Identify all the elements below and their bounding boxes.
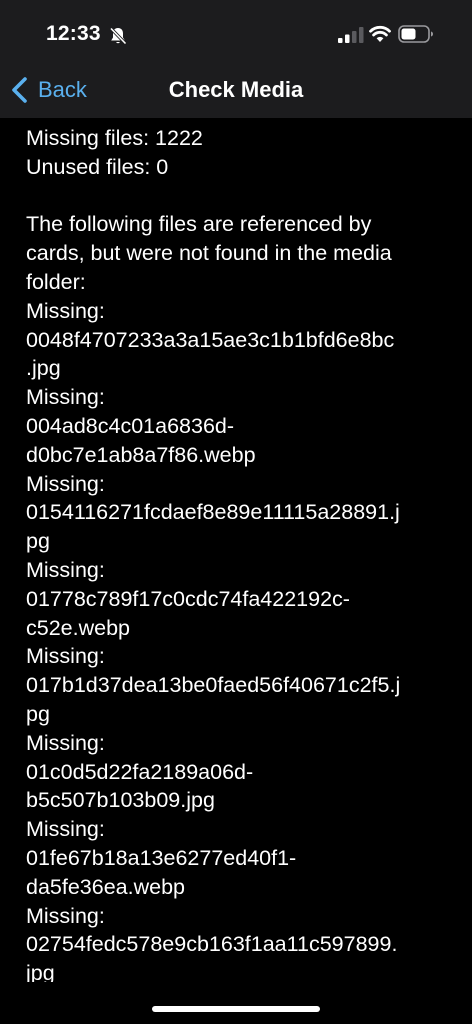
missing-filename-line: da5fe36ea.webp <box>26 874 186 899</box>
missing-filename-line: 01778c789f17c0cdc74fa422192c- <box>26 586 350 611</box>
missing-filename-line: 004ad8c4c01a6836d- <box>26 413 235 438</box>
missing-label: Missing: <box>26 471 105 496</box>
check-media-report: Missing files: 1222 Unused files: 0 The … <box>26 124 456 982</box>
missing-label: Missing: <box>26 385 105 410</box>
missing-label: Missing: <box>26 903 105 928</box>
wifi-icon <box>369 25 391 42</box>
missing-filename-line: pg <box>26 701 50 726</box>
description-line: cards, but were not found in the media <box>26 241 392 266</box>
status-time: 12:33 <box>46 22 101 45</box>
missing-label: Missing: <box>26 730 105 755</box>
missing-entry: Missing: 017b1d37dea13be0faed56f40671c2f… <box>26 642 456 728</box>
home-indicator[interactable] <box>152 1006 320 1012</box>
missing-filename-line: b5c507b103b09.jpg <box>26 788 215 813</box>
missing-files-count: Missing files: 1222 <box>26 126 203 150</box>
status-bar: 12:33 <box>0 0 472 62</box>
missing-filename-line: 01fe67b18a13e6277ed40f1- <box>26 845 297 870</box>
description-line: folder: <box>26 269 86 294</box>
missing-entry: Missing: 01778c789f17c0cdc74fa422192c- c… <box>26 556 456 642</box>
missing-filename-line: d0bc7e1ab8a7f86.webp <box>26 442 256 467</box>
missing-filename-line: jpg <box>26 961 55 982</box>
missing-filename-line: .jpg <box>26 356 61 381</box>
missing-filename-line: 0154116271fcdaef8e89e11115a28891.j <box>26 500 400 525</box>
missing-entry: Missing: 01fe67b18a13e6277ed40f1- da5fe3… <box>26 815 456 901</box>
missing-filename-line: 02754fedc578e9cb163f1aa11c597899. <box>26 932 398 957</box>
missing-label: Missing: <box>26 817 105 842</box>
missing-filename-line: pg <box>26 529 50 554</box>
missing-filename-line: 0048f4707233a3a15ae3c1b1bfd6e8bc <box>26 327 395 352</box>
missing-entry: Missing: 0154116271fcdaef8e89e11115a2889… <box>26 470 456 556</box>
cellular-signal-icon <box>338 27 364 43</box>
missing-filename-line: 017b1d37dea13be0faed56f40671c2f5.j <box>26 673 401 698</box>
unused-files-count: Unused files: 0 <box>26 154 169 179</box>
bell-slash-icon <box>109 27 127 45</box>
missing-entry: Missing: 02754fedc578e9cb163f1aa11c59789… <box>26 902 456 982</box>
missing-filename-line: 01c0d5d22fa2189a06d- <box>26 759 254 784</box>
missing-entry: Missing: 01c0d5d22fa2189a06d- b5c507b103… <box>26 729 456 815</box>
description-line: The following files are referenced by <box>26 212 372 237</box>
missing-label: Missing: <box>26 557 105 582</box>
battery-icon <box>398 25 433 43</box>
missing-filename-line: c52e.webp <box>26 615 130 640</box>
missing-entry: Missing: 004ad8c4c01a6836d- d0bc7e1ab8a7… <box>26 383 456 469</box>
missing-label: Missing: <box>26 298 105 323</box>
missing-entry: Missing: 0048f4707233a3a15ae3c1b1bfd6e8b… <box>26 297 456 383</box>
missing-label: Missing: <box>26 644 105 669</box>
navigation-bar: Back Check Media <box>0 62 472 118</box>
page-title: Check Media <box>168 77 304 102</box>
